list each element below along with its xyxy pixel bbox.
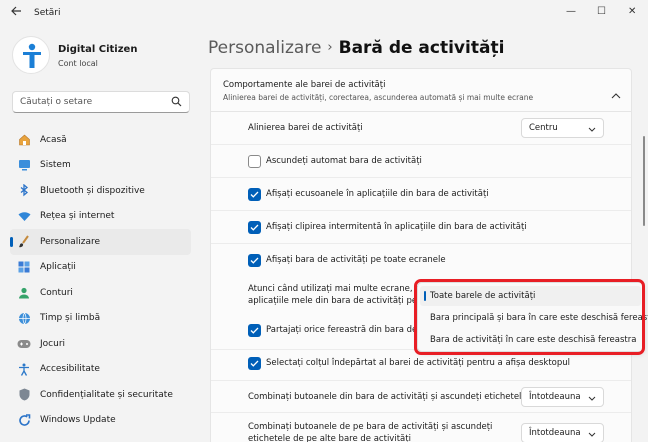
sidebar-item-windows-update[interactable]: Windows Update: [10, 408, 191, 434]
combine-label: Combinați butoanele din bara de activită…: [248, 392, 527, 402]
sidebar-item-privacy[interactable]: Confidențialitate și securitate: [10, 382, 191, 408]
chevron-up-icon[interactable]: [611, 84, 621, 103]
breadcrumb-parent[interactable]: Personalizare: [208, 38, 321, 58]
alignment-row: Alinierea barei de activități Centru: [211, 112, 631, 144]
combine-other-label-line2: etichetele de pe alte bare de activități: [248, 434, 411, 442]
taskbar-behaviors-panel: Comportamente ale barei de activități Al…: [210, 68, 632, 442]
maximize-button[interactable]: ☐: [597, 6, 606, 17]
sidebar-item-label: Confidențialitate și securitate: [40, 389, 173, 400]
combine-value: Întotdeauna: [529, 392, 581, 402]
breadcrumb-separator: ›: [327, 40, 333, 55]
flashing-checkbox[interactable]: [248, 221, 261, 234]
sidebar-item-label: Bluetooth și dispozitive: [40, 185, 145, 196]
multi-display-label-line1: Atunci când utilizați mai multe ecrane, …: [248, 284, 436, 294]
far-corner-label: Selectați colțul îndepărtat al barei de …: [266, 358, 570, 368]
home-icon: [17, 133, 31, 147]
update-icon: [17, 413, 31, 427]
section-header[interactable]: Comportamente ale barei de activități Al…: [210, 68, 632, 112]
sidebar-item-label: Jocuri: [40, 338, 66, 349]
brush-icon: [17, 235, 31, 249]
sidebar-item-label: Personalizare: [40, 236, 101, 247]
far-corner-checkbox[interactable]: [248, 357, 261, 370]
search-input[interactable]: Căutați o setare: [12, 91, 190, 113]
chevron-down-icon: [588, 394, 596, 404]
system-icon: [17, 158, 31, 172]
sidebar-item-apps[interactable]: Aplicații: [10, 255, 191, 281]
combine-row: Combinați butoanele din bara de activită…: [211, 380, 631, 412]
all-displays-label: Afișați bara de activități pe toate ecra…: [266, 255, 446, 265]
shield-icon: [17, 388, 31, 402]
section-body: Alinierea barei de activități Centru Asc…: [210, 112, 632, 442]
sidebar-item-label: Windows Update: [40, 415, 116, 426]
apps-icon: [17, 260, 31, 274]
sidebar-item-label: Acasă: [40, 134, 67, 145]
combine-other-value: Întotdeauna: [529, 428, 581, 438]
close-button[interactable]: ✕: [628, 6, 636, 17]
share-window-checkbox[interactable]: [248, 324, 261, 337]
sidebar-item-label: Accesibilitate: [40, 364, 100, 375]
sidebar-item-label: Conturi: [40, 287, 73, 298]
badges-checkbox[interactable]: [248, 188, 261, 201]
person-logo-icon: [23, 43, 41, 68]
autohide-row: Ascundeți automat bara de activități: [211, 144, 631, 177]
title-bar: Setări — ☐ ✕: [0, 0, 648, 26]
combine-other-row: Combinați butoanele de pe bara de activi…: [211, 412, 631, 442]
search-icon[interactable]: [171, 96, 182, 110]
autohide-checkbox[interactable]: [248, 155, 261, 168]
badges-row: Afișați ecusoanele în aplicațiile din ba…: [211, 177, 631, 210]
flashing-row: Afișați clipirea intermitentă în aplicaț…: [211, 210, 631, 243]
avatar[interactable]: [12, 36, 50, 74]
combine-other-label-line1: Combinați butoanele de pe bara de activi…: [248, 422, 493, 432]
sidebar-item-time-language[interactable]: Timp și limbă: [10, 306, 191, 332]
sidebar-item-personalization[interactable]: Personalizare: [10, 229, 191, 255]
globe-icon: [17, 311, 31, 325]
alignment-label: Alinierea barei de activități: [248, 123, 363, 133]
chevron-down-icon: [588, 125, 596, 135]
person-icon: [17, 286, 31, 300]
minimize-button[interactable]: —: [566, 6, 576, 17]
sidebar-nav: Acasă Sistem Bluetooth și dispozitive Re…: [10, 127, 191, 433]
search-placeholder: Căutați o setare: [20, 97, 93, 107]
sidebar-item-accessibility[interactable]: Accesibilitate: [10, 357, 191, 383]
badges-label: Afișați ecusoanele în aplicațiile din ba…: [266, 189, 489, 199]
accessibility-icon: [17, 362, 31, 376]
sidebar-item-home[interactable]: Acasă: [10, 127, 191, 153]
profile-name: Digital Citizen: [58, 44, 138, 55]
section-subtitle: Alinierea barei de activități, corectare…: [223, 93, 534, 102]
scrollbar[interactable]: [643, 136, 645, 226]
breadcrumb: Personalizare › Bară de activități: [208, 38, 504, 58]
sidebar-item-network[interactable]: Rețea și internet: [10, 204, 191, 230]
sidebar-item-bluetooth[interactable]: Bluetooth și dispozitive: [10, 178, 191, 204]
chevron-down-icon: [588, 430, 596, 440]
sidebar-item-label: Rețea și internet: [40, 211, 115, 222]
profile-account-type: Cont local: [58, 59, 98, 68]
sidebar-item-label: Sistem: [40, 160, 71, 171]
section-title: Comportamente ale barei de activități: [223, 80, 386, 90]
autohide-label: Ascundeți automat bara de activități: [266, 156, 422, 166]
page-title: Bară de activități: [338, 38, 505, 58]
app-title: Setări: [34, 8, 61, 18]
flashing-label: Afișați clipirea intermitentă în aplicaț…: [266, 222, 527, 232]
combine-dropdown[interactable]: Întotdeauna: [521, 387, 604, 407]
sidebar-item-gaming[interactable]: Jocuri: [10, 331, 191, 357]
sidebar-item-label: Aplicații: [40, 262, 76, 273]
network-icon: [17, 209, 31, 223]
combine-other-dropdown[interactable]: Întotdeauna: [521, 423, 604, 442]
sidebar-item-accounts[interactable]: Conturi: [10, 280, 191, 306]
alignment-dropdown[interactable]: Centru: [521, 118, 604, 138]
all-displays-row: Afișați bara de activități pe toate ecra…: [211, 243, 631, 276]
all-displays-checkbox[interactable]: [248, 254, 261, 267]
multi-display-label-line2: aplicațiile mele din bara de activități …: [248, 296, 418, 306]
back-arrow-icon[interactable]: [10, 5, 22, 20]
alignment-value: Centru: [529, 123, 558, 133]
red-highlight-box: [414, 279, 645, 355]
sidebar-item-label: Timp și limbă: [40, 313, 101, 324]
bluetooth-icon: [17, 184, 31, 198]
sidebar-item-system[interactable]: Sistem: [10, 153, 191, 179]
gamepad-icon: [17, 337, 31, 351]
